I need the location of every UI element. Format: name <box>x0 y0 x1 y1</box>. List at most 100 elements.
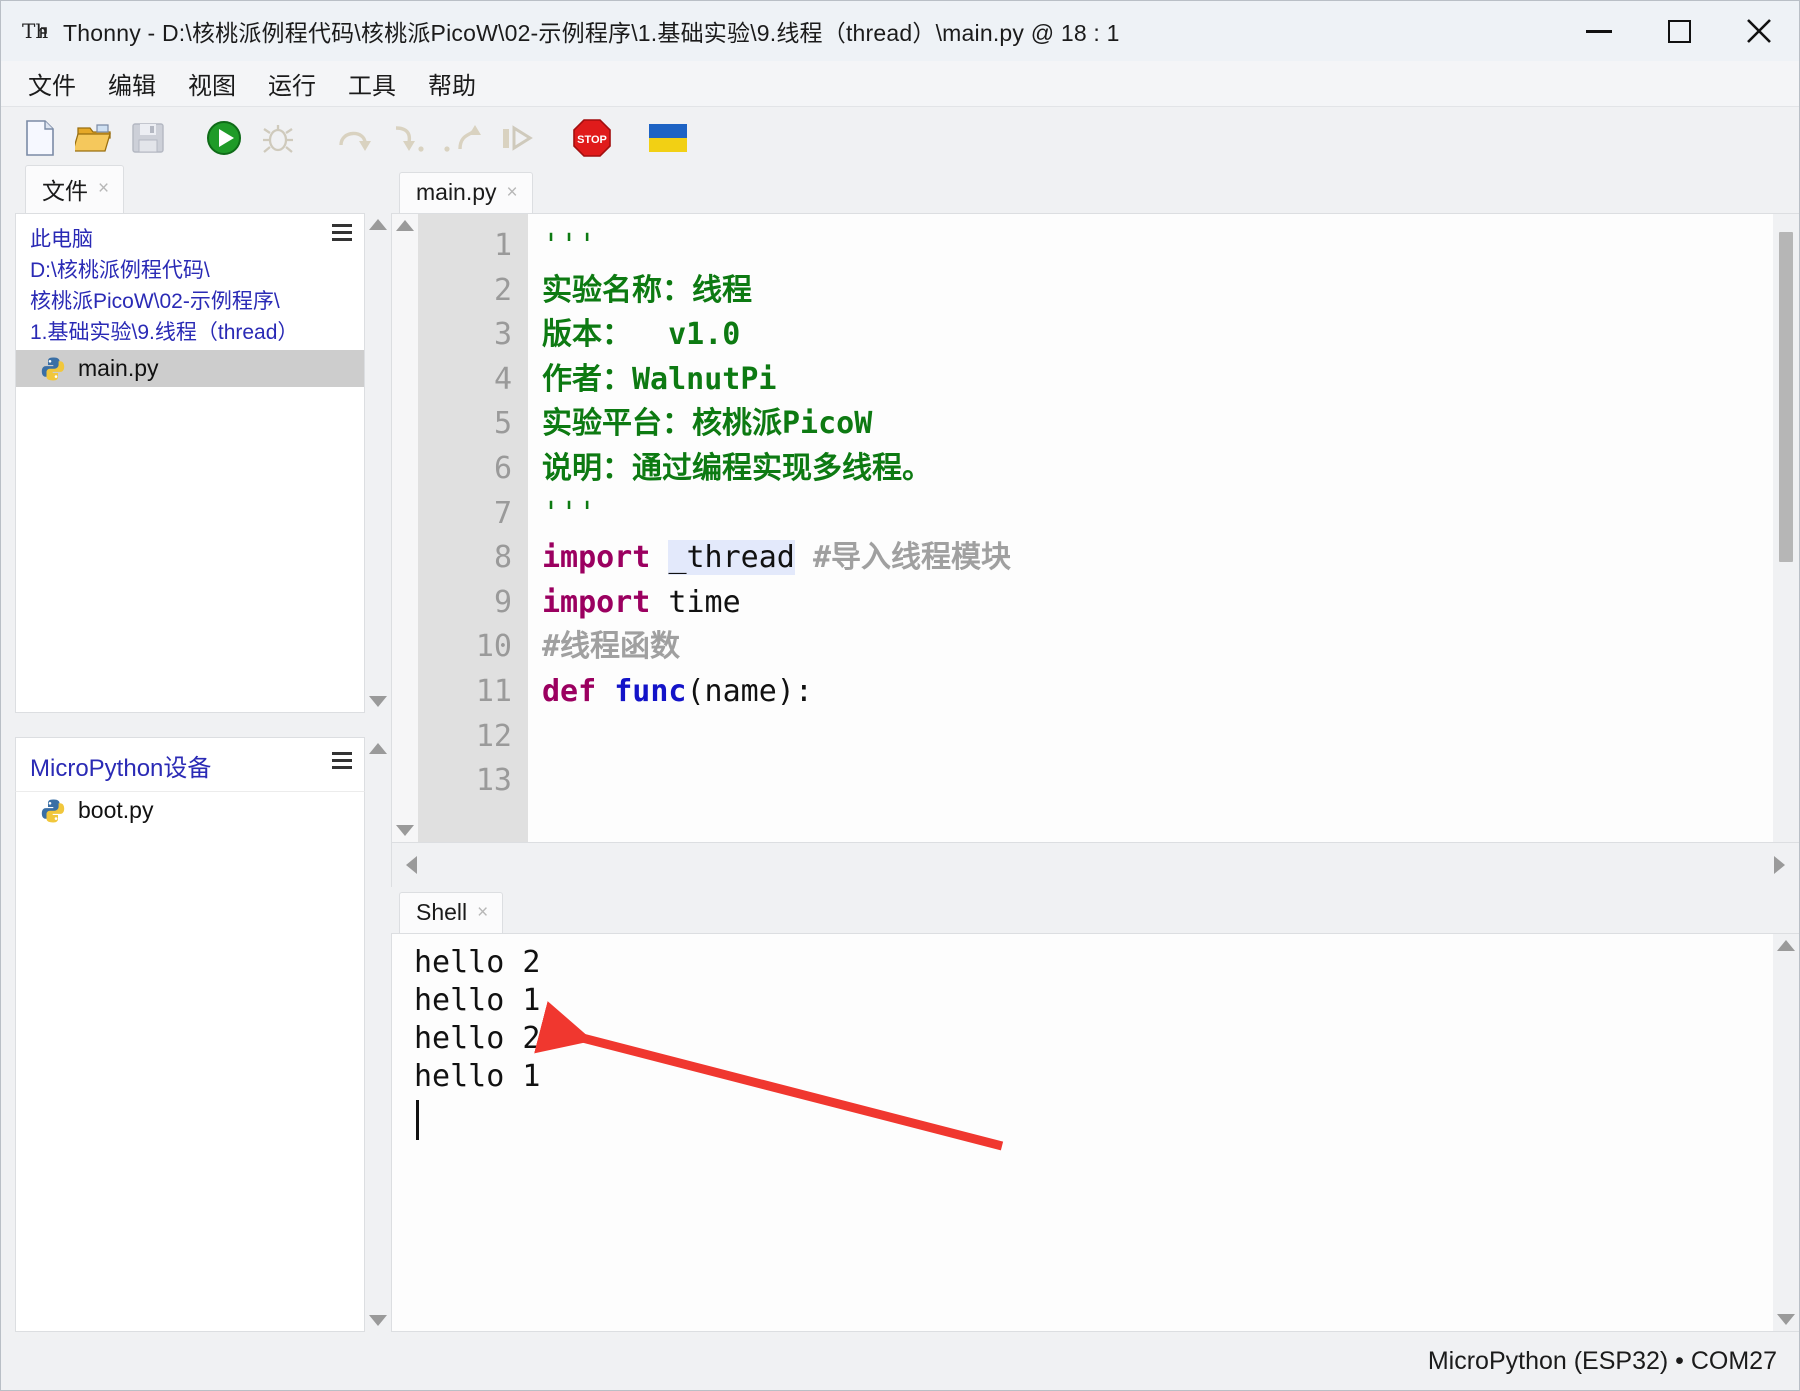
status-bar: MicroPython (ESP32) • COM27 <box>1 1332 1799 1390</box>
local-tree-scrollbar[interactable] <box>365 213 391 713</box>
sidebar: 文件 × 此电脑 D:\核桃派例程代码\ 核桃派PicoW\02-示例程序\ 1… <box>1 169 391 1332</box>
main-body: 文件 × 此电脑 D:\核桃派例程代码\ 核桃派PicoW\02-示例程序\ 1… <box>1 169 1799 1332</box>
shell-scrollbar[interactable] <box>1773 934 1799 1331</box>
scroll-up-icon[interactable] <box>396 220 414 231</box>
run-icon[interactable] <box>199 113 249 163</box>
maximize-button[interactable] <box>1639 1 1719 61</box>
list-item[interactable]: main.py <box>16 350 364 387</box>
line-number: 8 <box>418 536 512 581</box>
scrollbar-thumb[interactable] <box>1779 232 1793 562</box>
line-number: 2 <box>418 269 512 314</box>
window-title: Thonny - D:\核桃派例程代码\核桃派PicoW\02-示例程序\1.基… <box>63 14 1120 48</box>
editor-horizontal-scrollbar[interactable] <box>391 843 1799 887</box>
scroll-down-icon[interactable] <box>396 825 414 836</box>
device-panel-title: MicroPython设备 <box>30 755 211 782</box>
ukraine-flag-icon[interactable] <box>643 113 693 163</box>
scroll-up-icon[interactable] <box>1777 940 1795 951</box>
menu-file[interactable]: 文件 <box>15 63 89 104</box>
step-out-icon[interactable] <box>437 113 487 163</box>
menu-run[interactable]: 运行 <box>255 63 329 104</box>
editor-vertical-scrollbar[interactable] <box>1773 214 1799 842</box>
resume-icon[interactable] <box>491 113 541 163</box>
hamburger-menu-icon[interactable] <box>332 224 352 245</box>
menu-tools[interactable]: 工具 <box>335 63 409 104</box>
files-tabstrip: 文件 × <box>15 169 391 213</box>
new-file-icon[interactable] <box>15 113 65 163</box>
code-line: 说明：通过编程实现多线程。 <box>542 447 1799 492</box>
code-line: 实验名称：线程 <box>542 269 1799 314</box>
code-text[interactable]: ''' 实验名称：线程 版本： v1.0 作者：WalnutPi 实验平台：核桃… <box>528 214 1799 842</box>
line-number: 10 <box>418 625 512 670</box>
scroll-down-icon[interactable] <box>369 696 387 707</box>
tab-files[interactable]: 文件 × <box>25 165 124 213</box>
scroll-left-icon[interactable] <box>406 856 417 874</box>
shell-output-area[interactable]: hello 2 hello 1 hello 2 hello 1 <box>391 933 1799 1332</box>
shell-line: hello 1 <box>414 1058 1773 1096</box>
title-bar: Th Thonny - D:\核桃派例程代码\核桃派PicoW\02-示例程序\… <box>1 1 1799 61</box>
svg-text:Th: Th <box>22 19 48 43</box>
scroll-down-icon[interactable] <box>369 1315 387 1326</box>
step-into-icon[interactable] <box>383 113 433 163</box>
line-number: 9 <box>418 581 512 626</box>
shell-line: hello 2 <box>414 944 1773 982</box>
list-item-label: main.py <box>78 355 159 382</box>
shell-line: hello 2 <box>414 1020 1773 1058</box>
code-line: 版本： v1.0 <box>542 313 1799 358</box>
hamburger-menu-icon[interactable] <box>332 752 352 773</box>
line-number: 11 <box>418 670 512 715</box>
breadcrumb-line-0[interactable]: 此电脑 <box>30 224 324 255</box>
thonny-logo-icon: Th <box>21 16 51 46</box>
line-number: 3 <box>418 313 512 358</box>
breadcrumb-line-2[interactable]: 核桃派PicoW\02-示例程序\ <box>30 286 324 317</box>
tab-main-py-label: main.py <box>416 179 497 206</box>
code-line: ''' <box>542 224 1799 269</box>
line-number: 5 <box>418 402 512 447</box>
code-line-import-thread: import _thread #导入线程模块 <box>542 536 1799 581</box>
debug-icon[interactable] <box>253 113 303 163</box>
python-file-icon <box>40 798 66 824</box>
code-editor[interactable]: 1 2 3 4 5 6 7 8 9 10 11 12 13 ''' 实验名称：线… <box>391 213 1799 843</box>
local-files-tree[interactable]: 此电脑 D:\核桃派例程代码\ 核桃派PicoW\02-示例程序\ 1.基础实验… <box>15 213 365 713</box>
menu-view[interactable]: 视图 <box>175 63 249 104</box>
python-file-icon <box>40 356 66 382</box>
line-number: 13 <box>418 759 512 804</box>
tab-shell[interactable]: Shell × <box>399 892 503 933</box>
line-number-gutter: 1 2 3 4 5 6 7 8 9 10 11 12 13 <box>418 214 528 842</box>
stop-icon[interactable]: STOP <box>567 113 617 163</box>
list-item-label: boot.py <box>78 797 153 824</box>
close-icon[interactable]: × <box>98 178 109 200</box>
shell-caret <box>416 1100 419 1140</box>
scroll-up-icon[interactable] <box>369 743 387 754</box>
tab-shell-label: Shell <box>416 899 467 926</box>
device-files-tree[interactable]: boot.py <box>15 791 365 1332</box>
scroll-up-icon[interactable] <box>369 219 387 230</box>
editor-column: main.py × 1 2 3 4 5 6 7 8 <box>391 169 1799 1332</box>
open-file-icon[interactable] <box>69 113 119 163</box>
step-over-icon[interactable] <box>329 113 379 163</box>
breadcrumb-line-1[interactable]: D:\核桃派例程代码\ <box>30 255 324 286</box>
line-number: 6 <box>418 447 512 492</box>
shell-output-text[interactable]: hello 2 hello 1 hello 2 hello 1 <box>392 934 1773 1331</box>
device-tree-scrollbar[interactable] <box>365 737 391 1332</box>
list-item[interactable]: boot.py <box>16 792 364 829</box>
close-button[interactable] <box>1719 1 1799 61</box>
code-line-import-time: import time <box>542 581 1799 626</box>
scroll-right-icon[interactable] <box>1774 856 1785 874</box>
editor-left-scrollbar[interactable] <box>392 214 418 842</box>
menu-help[interactable]: 帮助 <box>415 63 489 104</box>
code-line-def: def func(name): <box>542 670 1799 715</box>
line-number: 1 <box>418 224 512 269</box>
save-file-icon[interactable] <box>123 113 173 163</box>
shell-tabstrip: Shell × <box>391 887 1799 933</box>
close-icon[interactable]: × <box>477 902 488 924</box>
close-icon[interactable]: × <box>507 182 518 204</box>
tab-main-py[interactable]: main.py × <box>399 172 533 213</box>
window-controls <box>1559 1 1799 61</box>
toolbar: STOP <box>1 107 1799 169</box>
minimize-button[interactable] <box>1559 1 1639 61</box>
menu-bar: 文件 编辑 视图 运行 工具 帮助 <box>1 61 1799 107</box>
breadcrumb-line-3[interactable]: 1.基础实验\9.线程（thread） <box>30 317 324 348</box>
menu-edit[interactable]: 编辑 <box>95 63 169 104</box>
scroll-down-icon[interactable] <box>1777 1314 1795 1325</box>
interpreter-status[interactable]: MicroPython (ESP32) • COM27 <box>1428 1347 1777 1376</box>
